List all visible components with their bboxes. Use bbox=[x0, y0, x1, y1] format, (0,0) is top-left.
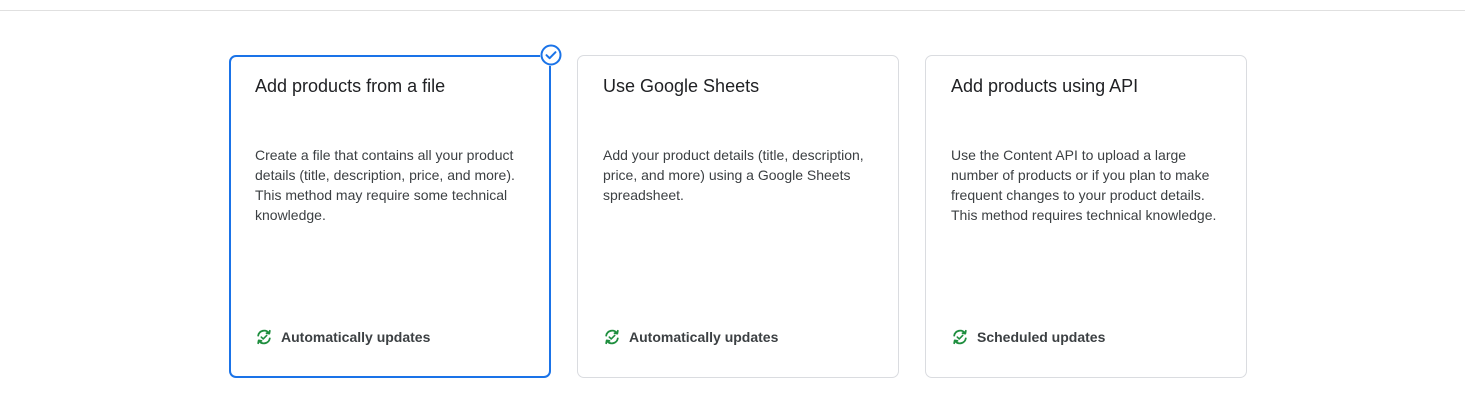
option-card-add-from-file[interactable]: Add products from a file Create a file t… bbox=[229, 44, 562, 378]
update-label: Automatically updates bbox=[629, 329, 779, 345]
option-card-api[interactable]: Add products using API Use the Content A… bbox=[925, 55, 1247, 378]
update-label: Scheduled updates bbox=[977, 329, 1106, 345]
top-divider bbox=[0, 10, 1465, 11]
check-circle-icon bbox=[540, 44, 562, 66]
option-card-google-sheets[interactable]: Use Google Sheets Add your product detai… bbox=[577, 55, 899, 378]
card-description: Add your product details (title, descrip… bbox=[603, 147, 864, 203]
card-footer: Scheduled updates bbox=[951, 327, 1105, 347]
card-title: Use Google Sheets bbox=[603, 76, 760, 96]
card-footer: Automatically updates bbox=[255, 327, 430, 347]
sync-icon bbox=[951, 328, 969, 346]
card-title: Add products using API bbox=[951, 76, 1139, 96]
sync-icon bbox=[255, 328, 273, 346]
card-footer: Automatically updates bbox=[603, 327, 778, 347]
update-label: Automatically updates bbox=[281, 329, 431, 345]
card-description: Use the Content API to upload a large nu… bbox=[951, 147, 1217, 223]
card-title: Add products from a file bbox=[255, 76, 446, 96]
card-description: Create a file that contains all your pro… bbox=[255, 147, 515, 223]
sync-icon bbox=[603, 328, 621, 346]
